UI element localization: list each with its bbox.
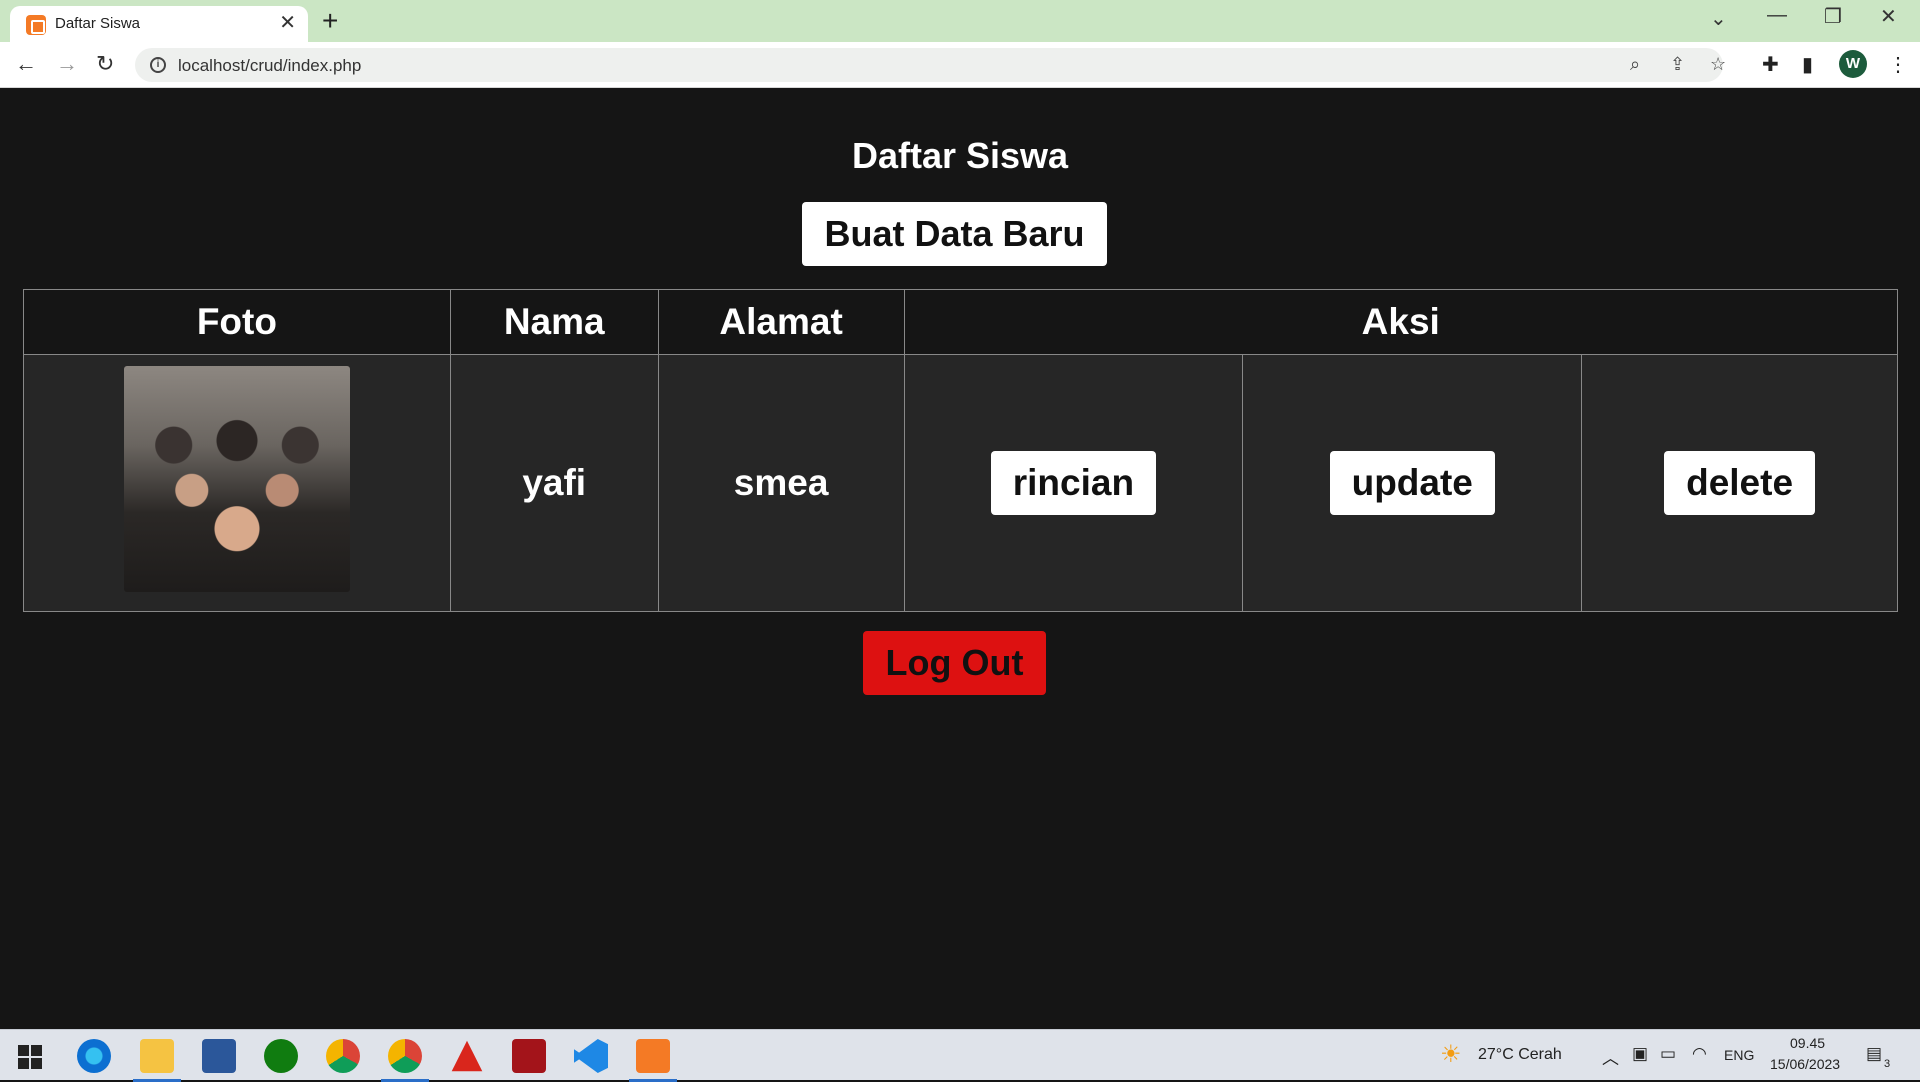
edge-icon[interactable] xyxy=(77,1039,111,1073)
profile-avatar[interactable]: W xyxy=(1839,50,1867,78)
side-panel-icon[interactable]: ▮ xyxy=(1802,52,1813,77)
chrome-profile-icon[interactable] xyxy=(381,1039,429,1082)
browser-tab[interactable]: Daftar Siswa ✕ xyxy=(10,6,308,42)
nama-cell: yafi xyxy=(449,354,659,612)
delete-cell: delete xyxy=(1581,354,1898,612)
xampp-favicon-icon xyxy=(26,15,46,35)
acrobat-icon[interactable] xyxy=(451,1040,483,1072)
clock-date[interactable]: 15/06/2023 xyxy=(1770,1056,1840,1072)
battery-icon[interactable]: ▭ xyxy=(1660,1044,1676,1064)
wifi-icon[interactable]: ◠ xyxy=(1692,1044,1707,1064)
page-title: Daftar Siswa xyxy=(851,135,1069,176)
weather-icon[interactable]: ☀ xyxy=(1440,1040,1462,1069)
header-aksi: Aksi xyxy=(903,289,1899,355)
app-red-icon[interactable] xyxy=(512,1039,546,1073)
rincian-button[interactable]: rincian xyxy=(990,451,1157,515)
table-header-row: Foto Nama Alamat Aksi xyxy=(23,289,1899,355)
tab-title: Daftar Siswa xyxy=(55,15,141,32)
rincian-cell: rincian xyxy=(903,354,1244,612)
student-photo xyxy=(123,365,350,592)
new-tab-icon[interactable]: + xyxy=(322,6,338,36)
notification-center-icon[interactable]: ▤ xyxy=(1866,1044,1882,1064)
word-icon[interactable] xyxy=(202,1039,236,1073)
close-window-icon[interactable]: ✕ xyxy=(1880,4,1897,29)
tab-search-icon[interactable]: ⌄ xyxy=(1710,6,1727,31)
foto-cell xyxy=(23,354,451,612)
alamat-cell: smea xyxy=(657,354,905,612)
zoom-icon[interactable]: ⌕ xyxy=(1630,54,1640,75)
header-nama: Nama xyxy=(449,289,659,355)
update-button[interactable]: update xyxy=(1329,451,1495,515)
browser-toolbar: ← → ↻ i localhost/crud/index.php ⌕ ⇪ ☆ ✚… xyxy=(0,42,1920,88)
vscode-icon[interactable] xyxy=(574,1039,608,1073)
xbox-icon[interactable] xyxy=(264,1039,298,1073)
url-text[interactable]: localhost/crud/index.php xyxy=(178,56,361,76)
student-table: Foto Nama Alamat Aksi yafi smea rincian … xyxy=(23,289,1899,612)
update-cell: update xyxy=(1242,354,1583,612)
bookmark-star-icon[interactable]: ☆ xyxy=(1710,54,1726,75)
logout-button[interactable]: Log Out xyxy=(863,631,1046,695)
file-explorer-icon[interactable] xyxy=(133,1039,181,1082)
header-alamat: Alamat xyxy=(657,289,905,355)
clock-time[interactable]: 09.45 xyxy=(1790,1035,1825,1051)
new-data-button[interactable]: Buat Data Baru xyxy=(802,202,1107,266)
site-info-icon[interactable]: i xyxy=(150,57,166,73)
back-icon[interactable]: ← xyxy=(15,51,37,77)
delete-button[interactable]: delete xyxy=(1664,451,1816,515)
taskbar: ☀ 27°C Cerah ︿ ▣ ▭ ◠ ENG 09.45 15/06/202… xyxy=(0,1029,1920,1082)
xampp-icon[interactable] xyxy=(629,1039,677,1082)
extensions-icon[interactable]: ✚ xyxy=(1762,52,1779,77)
tab-strip: Daftar Siswa ✕ + ⌄ — ❐ ✕ xyxy=(0,0,1920,42)
notification-count: 3 xyxy=(1884,1058,1891,1070)
weather-text[interactable]: 27°C Cerah xyxy=(1478,1046,1562,1064)
forward-icon[interactable]: → xyxy=(56,51,78,77)
chrome-icon[interactable] xyxy=(326,1039,360,1073)
reload-icon[interactable]: ↻ xyxy=(96,51,114,77)
table-row: yafi smea rincian update delete xyxy=(23,354,1898,612)
minimize-icon[interactable]: — xyxy=(1767,4,1787,27)
restore-icon[interactable]: ❐ xyxy=(1824,4,1842,29)
show-hidden-icons-icon[interactable]: ︿ xyxy=(1602,1044,1619,1069)
meet-now-icon[interactable]: ▣ xyxy=(1632,1044,1648,1064)
menu-kebab-icon[interactable]: ⋮ xyxy=(1888,52,1908,77)
address-bar[interactable]: i localhost/crud/index.php ⌕ ⇪ ☆ xyxy=(135,48,1726,82)
close-tab-icon[interactable]: ✕ xyxy=(279,12,296,34)
windows-start-icon[interactable] xyxy=(18,1045,42,1069)
page-content: Daftar Siswa Buat Data Baru Foto Nama Al… xyxy=(0,89,1920,1029)
share-icon[interactable]: ⇪ xyxy=(1670,54,1685,75)
language-indicator[interactable]: ENG xyxy=(1724,1047,1754,1063)
header-foto: Foto xyxy=(23,289,451,355)
